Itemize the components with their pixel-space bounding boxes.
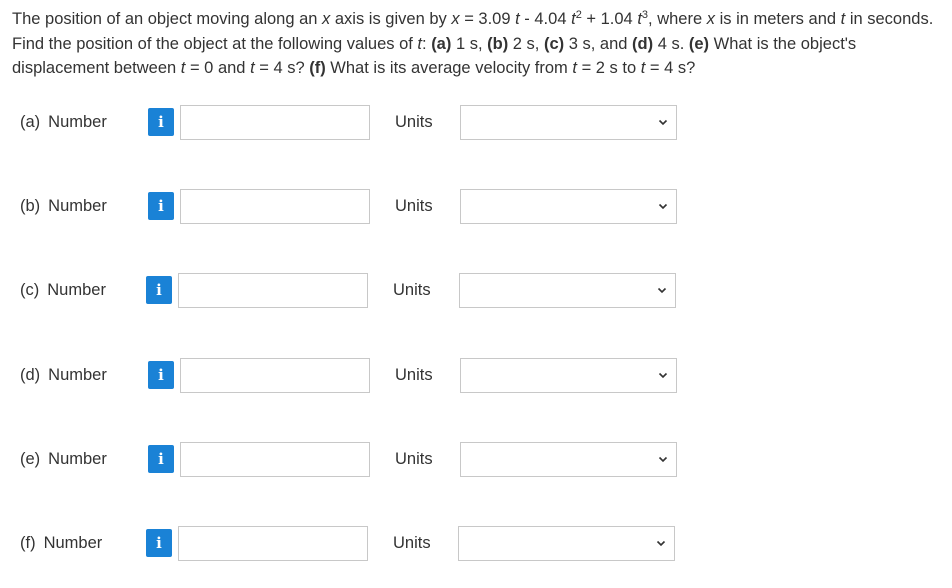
part-label: (b) Number — [20, 197, 107, 215]
chevron-down-icon — [658, 119, 668, 126]
part-label: (d) Number — [20, 366, 107, 384]
units-label: Units — [395, 366, 433, 384]
units-label: Units — [395, 450, 433, 468]
answer-row-a: (a) Number i Units — [0, 105, 952, 141]
units-select[interactable] — [460, 189, 677, 224]
chevron-down-icon — [658, 203, 668, 210]
units-select[interactable] — [460, 442, 677, 477]
info-icon[interactable]: i — [146, 276, 172, 304]
part-label: (a) Number — [20, 113, 107, 131]
info-icon[interactable]: i — [148, 445, 174, 473]
units-select[interactable] — [460, 105, 677, 140]
number-input[interactable] — [180, 189, 370, 224]
units-select[interactable] — [460, 358, 677, 393]
question-text: The position of an object moving along a… — [12, 9, 934, 78]
chevron-down-icon — [657, 287, 667, 294]
answer-row-e: (e) Number i Units — [0, 442, 952, 478]
units-select[interactable] — [459, 273, 676, 308]
number-input[interactable] — [180, 358, 370, 393]
part-label: (e) Number — [20, 450, 107, 468]
number-input[interactable] — [178, 273, 368, 308]
units-select[interactable] — [458, 526, 675, 561]
units-label: Units — [393, 534, 431, 552]
part-label: (f) Number — [20, 534, 103, 552]
units-label: Units — [393, 281, 431, 299]
info-icon[interactable]: i — [146, 529, 172, 557]
answer-row-b: (b) Number i Units — [0, 189, 952, 225]
number-input[interactable] — [180, 442, 370, 477]
units-label: Units — [395, 113, 433, 131]
units-label: Units — [395, 197, 433, 215]
number-input[interactable] — [178, 526, 368, 561]
chevron-down-icon — [658, 372, 668, 379]
info-icon[interactable]: i — [148, 192, 174, 220]
part-label: (c) Number — [20, 281, 106, 299]
answer-row-c: (c) Number i Units — [0, 273, 952, 309]
answer-row-f: (f) Number i Units — [0, 526, 952, 562]
chevron-down-icon — [658, 456, 668, 463]
info-icon[interactable]: i — [148, 108, 174, 136]
chevron-down-icon — [656, 540, 666, 547]
info-icon[interactable]: i — [148, 361, 174, 389]
number-input[interactable] — [180, 105, 370, 140]
answer-row-d: (d) Number i Units — [0, 358, 952, 394]
